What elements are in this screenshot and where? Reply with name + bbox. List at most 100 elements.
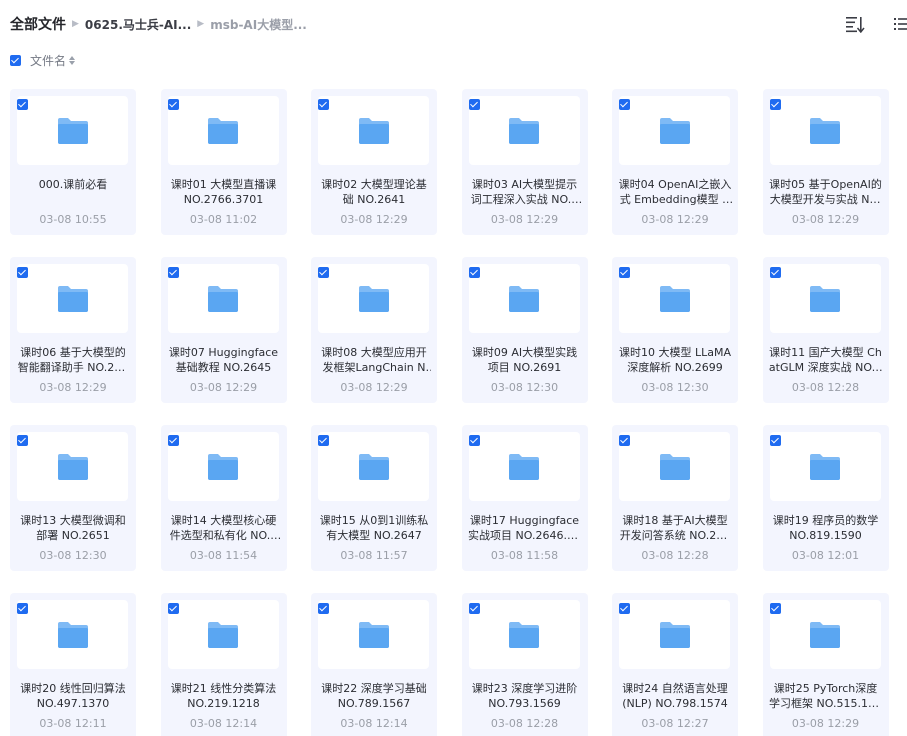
folder-thumbnail [468,600,580,669]
file-date: 03-08 12:29 [490,213,559,226]
file-name: 课时19 程序员的数学 NO.819.1590 [772,514,879,542]
file-checkbox[interactable] [318,435,329,446]
folder-card[interactable]: 课时19 程序员的数学 NO.819.1590 03-08 12:01 [762,425,889,571]
file-checkbox[interactable] [167,267,179,278]
file-grid: 000.课前必看 03-08 10:55 课时01 大模型直播课 NO.2766… [10,89,889,736]
file-date: 03-08 12:28 [490,717,559,730]
file-date: 03-08 12:30 [490,381,559,394]
file-checkbox[interactable] [167,99,179,110]
file-date: 03-08 12:29 [791,717,860,730]
file-checkbox[interactable] [167,603,179,614]
folder-icon [358,117,389,144]
breadcrumb-separator-icon: ▶ [72,19,79,29]
file-name: 课时13 大模型微调和部署 NO.2651 [20,514,126,542]
folder-icon [810,117,840,144]
file-checkbox[interactable] [468,267,480,278]
file-checkbox[interactable] [619,99,630,110]
folder-card[interactable]: 课时25 PyTorch深度学习框架 NO.515.1381 03-08 12:… [762,593,889,736]
file-name: 课时09 AI大模型实践项目 NO.2691 [471,346,578,374]
folder-icon [358,285,389,312]
file-date: 03-08 11:02 [189,213,258,226]
file-name: 课时08 大模型应用开发框架LangChain NO.2646 [321,346,427,374]
folder-card[interactable]: 课时24 自然语言处理(NLP) NO.798.1574 03-08 12:27 [612,593,738,736]
sort-caret-icon[interactable] [69,55,76,65]
file-date: 03-08 12:14 [340,717,408,730]
folder-thumbnail [167,264,279,333]
folder-card[interactable]: 课时08 大模型应用开发框架LangChain NO.2646 03-08 12… [311,257,437,403]
file-checkbox[interactable] [769,267,781,278]
list-view-icon[interactable] [894,15,907,33]
folder-card[interactable]: 课时15 从0到1训练私有大模型 NO.2647 03-08 11:57 [311,425,437,571]
folder-card[interactable]: 课时04 OpenAI之嵌入式 Embedding模型 NO.2643 03-0… [612,89,738,235]
folder-card[interactable]: 课时02 大模型理论基础 NO.2641 03-08 12:29 [311,89,437,235]
folder-card[interactable]: 课时22 深度学习基础 NO.789.1567 03-08 12:14 [311,593,437,736]
folder-card[interactable]: 课时11 国产大模型 ChatGLM 深度实战 NO.2700 03-08 12… [762,257,889,403]
file-checkbox[interactable] [167,435,179,446]
file-checkbox[interactable] [17,435,28,446]
folder-icon [509,117,539,144]
breadcrumb-item[interactable]: 0625.马士兵-AI... [85,16,191,33]
file-checkbox[interactable] [318,603,329,614]
folder-thumbnail [318,600,429,669]
folder-icon [810,285,840,312]
file-date: 03-08 12:29 [340,381,408,394]
file-checkbox[interactable] [17,603,28,614]
breadcrumb-root[interactable]: 全部文件 [10,14,66,34]
breadcrumb: 全部文件 ▶ 0625.马士兵-AI... ▶ msb-AI大模型... [10,14,307,34]
breadcrumb-separator-icon: ▶ [197,19,205,29]
file-name: 课时02 大模型理论基础 NO.2641 [321,178,427,206]
file-checkbox[interactable] [619,435,630,446]
folder-card[interactable]: 课时21 线性分类算法 NO.219.1218 03-08 12:14 [160,593,287,736]
folder-card[interactable]: 课时03 AI大模型提示词工程深入实战 NO.2642 03-08 12:29 [461,89,588,235]
file-checkbox[interactable] [769,99,781,110]
folder-card[interactable]: 000.课前必看 03-08 10:55 [10,89,136,235]
file-name: 课时21 线性分类算法 NO.219.1218 [170,682,277,710]
folder-card[interactable]: 课时09 AI大模型实践项目 NO.2691 03-08 12:30 [461,257,588,403]
breadcrumb-current: msb-AI大模型... [210,17,307,32]
file-checkbox[interactable] [468,435,480,446]
folder-thumbnail [769,600,881,669]
file-checkbox[interactable] [468,99,480,110]
folder-card[interactable]: 课时14 大模型核心硬件选型和私有化 NO.2652 03-08 11:54 [160,425,287,571]
folder-thumbnail [167,96,279,165]
file-checkbox[interactable] [769,435,781,446]
folder-card[interactable]: 课时07 Huggingface 基础教程 NO.2645 03-08 12:2… [160,257,287,403]
folder-card[interactable]: 课时05 基于OpenAI的大模型开发与实战 NO.2644 03-08 12:… [762,89,889,235]
folder-icon [358,453,389,480]
folder-card[interactable]: 课时17 Huggingface 实战项目 NO.2646.3701 03-08… [461,425,588,571]
folder-icon [208,621,238,648]
file-name: 课时18 基于AI大模型开发问答系统 NO.2650 [619,514,731,542]
sort-list-icon[interactable] [845,15,865,34]
file-name: 课时11 国产大模型 ChatGLM 深度实战 NO.2700 [768,346,883,374]
folder-thumbnail [769,432,881,501]
file-checkbox[interactable] [17,99,28,110]
folder-icon [358,621,389,648]
file-name: 课时25 PyTorch深度学习框架 NO.515.1381 [769,682,882,710]
folder-card[interactable]: 课时06 基于大模型的智能翻译助手 NO.2692 03-08 12:29 [10,257,136,403]
file-checkbox[interactable] [318,267,329,278]
folder-card[interactable]: 课时01 大模型直播课 NO.2766.3701 03-08 11:02 [160,89,287,235]
name-column-header[interactable]: 文件名 [30,52,66,69]
folder-icon [659,453,690,480]
file-checkbox[interactable] [17,267,28,278]
folder-card[interactable]: 课时13 大模型微调和部署 NO.2651 03-08 12:30 [10,425,136,571]
file-date: 03-08 11:57 [340,549,408,562]
file-date: 03-08 12:29 [791,213,860,226]
file-checkbox[interactable] [619,267,630,278]
folder-icon [57,285,88,312]
folder-card[interactable]: 课时18 基于AI大模型开发问答系统 NO.2650 03-08 12:28 [612,425,738,571]
file-date: 03-08 12:28 [791,381,860,394]
file-checkbox[interactable] [619,603,630,614]
select-all-checkbox[interactable] [10,54,21,66]
folder-thumbnail [468,264,580,333]
folder-card[interactable]: 课时20 线性回归算法 NO.497.1370 03-08 12:11 [10,593,136,736]
file-checkbox[interactable] [769,603,781,614]
file-checkbox[interactable] [318,99,329,110]
folder-card[interactable]: 课时10 大模型 LLaMA深度解析 NO.2699 03-08 12:30 [612,257,738,403]
file-checkbox[interactable] [468,603,480,614]
folder-thumbnail [619,264,730,333]
file-date: 03-08 12:28 [641,549,709,562]
file-date: 03-08 12:27 [641,717,709,730]
file-name: 000.课前必看 [38,178,108,191]
folder-card[interactable]: 课时23 深度学习进阶 NO.793.1569 03-08 12:28 [461,593,588,736]
